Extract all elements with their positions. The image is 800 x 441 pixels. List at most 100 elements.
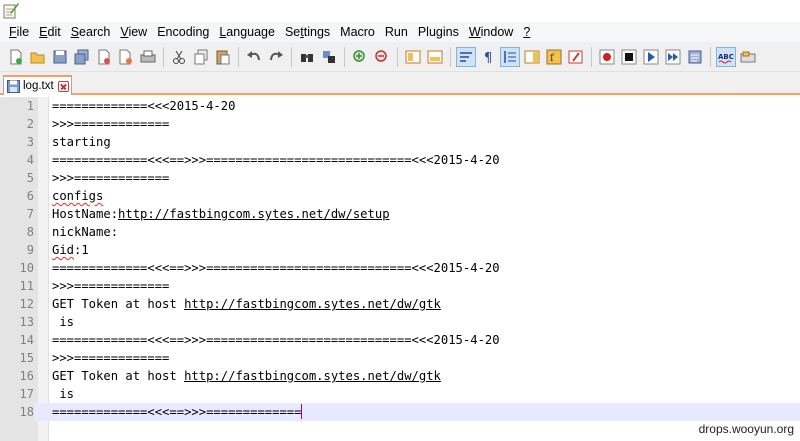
title-bar: [0, 0, 800, 22]
editor-line[interactable]: 6 configs: [0, 187, 800, 205]
paste-button[interactable]: [213, 47, 233, 67]
menu-settings[interactable]: Settings: [280, 25, 335, 39]
word-wrap-button[interactable]: [456, 46, 476, 67]
url-link[interactable]: http://fastbingcom.sytes.net/dw/setup: [118, 207, 390, 221]
spell-check-options-button[interactable]: [738, 47, 758, 67]
sync-horizontal-button[interactable]: [425, 47, 445, 67]
save-macro-button[interactable]: [685, 47, 705, 67]
editor-line[interactable]: 1 =============<<<2015-4-20: [0, 97, 800, 115]
menu-bar: File Edit Search View Encoding Language Settin…: [0, 22, 800, 42]
editor-line[interactable]: 17 is: [0, 385, 800, 403]
menu-search[interactable]: Search: [66, 25, 116, 39]
copy-button[interactable]: [191, 47, 211, 67]
record-macro-button[interactable]: [597, 47, 617, 67]
editor-line[interactable]: 8 nickName:: [0, 223, 800, 241]
menu-accelerator: S: [70, 25, 80, 39]
editor-line[interactable]: 7 HostName:http://fastbingcom.sytes.net/d…: [0, 205, 800, 223]
menu-macro[interactable]: Macro: [335, 25, 380, 39]
sync-vertical-button[interactable]: [403, 47, 423, 67]
watermark: drops.wooyun.org: [698, 422, 794, 436]
editor-line[interactable]: 11 >>>=============: [0, 277, 800, 295]
new-file-button[interactable]: [6, 47, 26, 67]
toolbar-separator: [710, 46, 711, 67]
editor-line[interactable]: 10 =============<<<==>>>=================…: [0, 259, 800, 277]
editor-line[interactable]: 3 starting: [0, 133, 800, 151]
text-segment: GET Token at host: [52, 369, 185, 383]
toolbar-separator: [238, 46, 239, 67]
menu-file[interactable]: File: [4, 25, 34, 39]
find-icon: [301, 53, 313, 62]
menu-view[interactable]: View: [115, 25, 152, 39]
menu-edit[interactable]: Edit: [34, 25, 66, 39]
close-button[interactable]: [94, 47, 114, 67]
menu-accelerator: ?: [523, 25, 531, 39]
editor-line[interactable]: 2 >>>=============: [0, 115, 800, 133]
folder-workspace-icon: [568, 50, 583, 63]
text-segment: is: [52, 315, 75, 329]
url-link[interactable]: http://fastbingcom.sytes.net/dw/gtk: [184, 297, 441, 311]
undo-button[interactable]: [244, 47, 264, 67]
text-segment: GET Token at host: [52, 297, 185, 311]
line-text: >>>=============: [52, 115, 169, 133]
line-text: GET Token at host http://fastbingcom.syt…: [52, 295, 441, 313]
editor-line[interactable]: 18 =============<<<==>>>=============: [0, 403, 800, 421]
line-text: configs: [52, 187, 103, 205]
editor-line[interactable]: 14 =============<<<==>>>=================…: [0, 331, 800, 349]
menu-encoding[interactable]: Encoding: [152, 25, 214, 39]
editor-line[interactable]: 9 Gid:1: [0, 241, 800, 259]
saved-document-icon: [7, 79, 20, 93]
print-button[interactable]: [138, 47, 158, 67]
function-list-button[interactable]: f: [544, 47, 564, 67]
menu-help[interactable]: ?: [518, 25, 535, 39]
editor-line[interactable]: 12 GET Token at host http://fastbingcom.s…: [0, 295, 800, 313]
save-button[interactable]: [50, 47, 70, 67]
editor-line[interactable]: 16 GET Token at host http://fastbingcom.s…: [0, 367, 800, 385]
menu-run[interactable]: Run: [380, 25, 413, 39]
spell-check-button[interactable]: ABC: [716, 46, 736, 67]
find-button[interactable]: [297, 47, 317, 67]
indent-guide-button[interactable]: [500, 46, 520, 67]
line-text: =============<<<==>>>===================…: [52, 259, 500, 277]
save-icon: [53, 50, 67, 63]
open-file-button[interactable]: [28, 47, 48, 67]
play-macro-button[interactable]: [641, 47, 661, 67]
run-macro-multiple-button[interactable]: [663, 47, 683, 67]
replace-icon: [323, 50, 335, 63]
editor[interactable]: 1 =============<<<2015-4-20 2 >>>==========…: [0, 97, 800, 441]
menu-window[interactable]: Window: [464, 25, 518, 39]
url-link[interactable]: http://fastbingcom.sytes.net/dw/gtk: [184, 369, 441, 383]
editor-line[interactable]: 4 =============<<<==>>>==================…: [0, 151, 800, 169]
save-all-icon: [74, 49, 89, 64]
save-all-button[interactable]: [72, 47, 92, 67]
line-number: 7: [26, 207, 34, 221]
show-all-chars-button[interactable]: ¶: [478, 47, 498, 67]
open-file-icon: [30, 52, 45, 63]
zoom-in-button[interactable]: [350, 47, 370, 67]
text-segment: >>>=============: [52, 351, 170, 365]
editor-line[interactable]: 5 >>>=============: [0, 169, 800, 187]
replace-button[interactable]: [319, 47, 339, 67]
spell-check-options-icon: [740, 51, 756, 62]
editor-line[interactable]: 13 is: [0, 313, 800, 331]
document-map-button[interactable]: [522, 47, 542, 67]
line-number: 8: [26, 225, 34, 239]
stop-recording-button[interactable]: [619, 47, 639, 67]
tab-log-txt[interactable]: log.txt: [3, 75, 72, 95]
print-icon: [140, 50, 156, 62]
editor-line[interactable]: 15 >>>=============: [0, 349, 800, 367]
tab-label: log.txt: [23, 80, 54, 92]
menu-language[interactable]: Language: [214, 25, 280, 39]
text-segment: >>>=============: [52, 279, 170, 293]
tab-close-icon[interactable]: [57, 80, 69, 92]
document-map-icon: [524, 50, 540, 63]
line-text: =============<<<==>>>=============: [52, 403, 303, 421]
zoom-out-button[interactable]: [372, 47, 392, 67]
folder-workspace-button[interactable]: [566, 47, 586, 67]
cut-button[interactable]: [169, 47, 189, 67]
menu-plugins[interactable]: Plugins: [413, 25, 464, 39]
editor-lines: 1 =============<<<2015-4-20 2 >>>==========…: [0, 97, 800, 421]
toolbar-separator: [450, 46, 451, 67]
redo-button[interactable]: [266, 47, 286, 67]
record-macro-icon: [599, 49, 615, 64]
close-all-button[interactable]: [116, 47, 136, 67]
